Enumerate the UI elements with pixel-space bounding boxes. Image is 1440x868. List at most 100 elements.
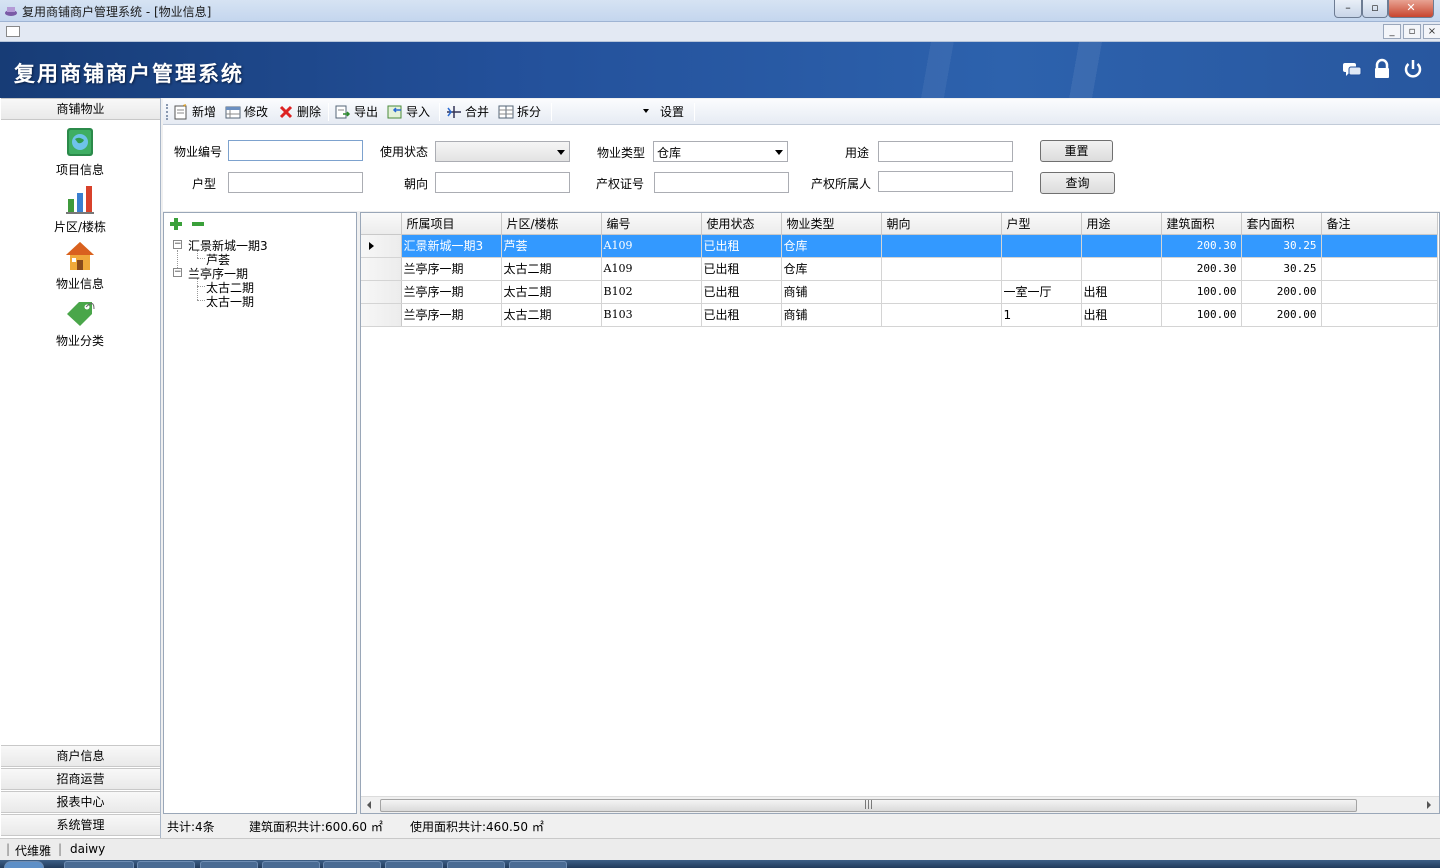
- cell-type[interactable]: 商铺: [781, 280, 882, 304]
- cell-code[interactable]: A109: [601, 257, 702, 281]
- split-button[interactable]: 拆分: [498, 102, 544, 122]
- orientation-input[interactable]: [435, 172, 570, 193]
- taskbar-app[interactable]: [64, 861, 134, 868]
- row-header[interactable]: [361, 234, 402, 258]
- cell-remark[interactable]: [1321, 303, 1438, 327]
- cell-unit-type[interactable]: 一室一厅: [1001, 280, 1082, 304]
- minimize-button[interactable]: –: [1334, 0, 1362, 18]
- cell-code[interactable]: A109: [601, 234, 702, 258]
- cell-orientation[interactable]: [881, 234, 1002, 258]
- lock-icon[interactable]: [1371, 58, 1393, 80]
- cell-status[interactable]: 已出租: [701, 257, 782, 281]
- table-row[interactable]: 兰亭序一期 太古二期 A109 已出租 仓库 200.30 30.25: [361, 257, 1438, 281]
- cell-type[interactable]: 仓库: [781, 257, 882, 281]
- cell-purpose[interactable]: [1081, 257, 1162, 281]
- cell-building-area[interactable]: 200.30: [1161, 234, 1242, 258]
- close-button[interactable]: ✕: [1388, 0, 1434, 18]
- cell-unit-type[interactable]: 1: [1001, 303, 1082, 327]
- use-status-select[interactable]: [435, 141, 570, 162]
- taskbar-app[interactable]: [447, 861, 505, 868]
- tree-collapse-toggle[interactable]: −: [173, 240, 182, 249]
- cell-code[interactable]: B103: [601, 303, 702, 327]
- delete-button[interactable]: 删除: [278, 102, 324, 122]
- nav-section-leasing-ops[interactable]: 招商运营: [1, 768, 160, 790]
- cell-status[interactable]: 已出租: [701, 234, 782, 258]
- cell-status[interactable]: 已出租: [701, 303, 782, 327]
- column-header[interactable]: 物业类型: [781, 213, 882, 235]
- table-row[interactable]: 兰亭序一期 太古二期 B103 已出租 商铺 1 出租 100.00 200.0…: [361, 303, 1438, 327]
- cell-unit-type[interactable]: [1001, 257, 1082, 281]
- cell-building-area[interactable]: 100.00: [1161, 303, 1242, 327]
- column-header[interactable]: 使用状态: [701, 213, 782, 235]
- row-header[interactable]: [361, 303, 402, 327]
- cell-orientation[interactable]: [881, 280, 1002, 304]
- cell-project[interactable]: 兰亭序一期: [401, 280, 502, 304]
- row-header[interactable]: [361, 257, 402, 281]
- cell-remark[interactable]: [1321, 257, 1438, 281]
- settings-button[interactable]: 设置: [660, 102, 690, 122]
- cell-inner-area[interactable]: 30.25: [1241, 234, 1322, 258]
- cert-no-input[interactable]: [654, 172, 789, 193]
- horizontal-scrollbar[interactable]: |||: [361, 796, 1439, 813]
- new-button[interactable]: 新增: [173, 102, 219, 122]
- cell-unit-type[interactable]: [1001, 234, 1082, 258]
- column-header[interactable]: 用途: [1081, 213, 1162, 235]
- edit-button[interactable]: 修改: [225, 102, 271, 122]
- remove-icon[interactable]: [191, 217, 205, 231]
- table-row[interactable]: 汇景新城一期3 芦荟 A109 已出租 仓库 200.30 30.25: [361, 234, 1438, 258]
- query-button[interactable]: 查询: [1040, 172, 1115, 194]
- reset-button[interactable]: 重置: [1040, 140, 1113, 162]
- taskbar-app[interactable]: [137, 861, 195, 868]
- mdi-minimize-button[interactable]: _: [1383, 24, 1401, 39]
- cell-purpose[interactable]: 出租: [1081, 280, 1162, 304]
- unit-type-input[interactable]: [228, 172, 363, 193]
- merge-button[interactable]: 合并: [446, 102, 492, 122]
- import-button[interactable]: 导入: [387, 102, 433, 122]
- start-button[interactable]: [4, 861, 44, 868]
- scroll-right-icon[interactable]: [1427, 801, 1431, 809]
- table-row[interactable]: 兰亭序一期 太古二期 B102 已出租 商铺 一室一厅 出租 100.00 20…: [361, 280, 1438, 304]
- cell-project[interactable]: 兰亭序一期: [401, 303, 502, 327]
- nav-section-merchant-info[interactable]: 商户信息: [1, 745, 160, 767]
- maximize-button[interactable]: ▫: [1362, 0, 1388, 18]
- nav-section-system-admin[interactable]: 系统管理: [1, 814, 160, 836]
- property-no-input[interactable]: [228, 140, 363, 161]
- mdi-restore-button[interactable]: ▫: [1403, 24, 1421, 39]
- cell-building[interactable]: 太古二期: [501, 257, 602, 281]
- cell-type[interactable]: 仓库: [781, 234, 882, 258]
- add-icon[interactable]: [169, 217, 183, 231]
- nav-section-shop-property[interactable]: 商铺物业: [1, 98, 160, 120]
- cell-purpose[interactable]: 出租: [1081, 303, 1162, 327]
- mdi-close-button[interactable]: ×: [1423, 24, 1440, 39]
- taskbar-app[interactable]: [262, 861, 320, 868]
- cell-remark[interactable]: [1321, 280, 1438, 304]
- cell-building[interactable]: 太古二期: [501, 280, 602, 304]
- taskbar-app[interactable]: [385, 861, 443, 868]
- property-type-select[interactable]: 仓库: [653, 141, 788, 162]
- cell-building-area[interactable]: 100.00: [1161, 280, 1242, 304]
- column-header[interactable]: 所属项目: [401, 213, 502, 235]
- cell-project[interactable]: 兰亭序一期: [401, 257, 502, 281]
- cell-building[interactable]: 芦荟: [501, 234, 602, 258]
- scroll-left-icon[interactable]: [367, 801, 371, 809]
- column-header[interactable]: 备注: [1321, 213, 1438, 235]
- scrollbar-thumb[interactable]: |||: [380, 799, 1357, 812]
- column-header[interactable]: 朝向: [881, 213, 1002, 235]
- owner-input[interactable]: [878, 171, 1013, 192]
- nav-section-report-center[interactable]: 报表中心: [1, 791, 160, 813]
- column-header[interactable]: 户型: [1001, 213, 1082, 235]
- cell-project[interactable]: 汇景新城一期3: [401, 234, 502, 258]
- taskbar-app[interactable]: [200, 861, 258, 868]
- purpose-input[interactable]: [878, 141, 1013, 162]
- cell-code[interactable]: B102: [601, 280, 702, 304]
- cell-building[interactable]: 太古二期: [501, 303, 602, 327]
- toolbar-dropdown-arrow-icon[interactable]: [643, 109, 649, 113]
- cell-purpose[interactable]: [1081, 234, 1162, 258]
- column-header[interactable]: 套内面积: [1241, 213, 1322, 235]
- cell-inner-area[interactable]: 200.00: [1241, 280, 1322, 304]
- taskbar-app[interactable]: [323, 861, 381, 868]
- export-button[interactable]: 导出: [335, 102, 381, 122]
- column-header[interactable]: 建筑面积: [1161, 213, 1242, 235]
- cell-orientation[interactable]: [881, 303, 1002, 327]
- cell-type[interactable]: 商铺: [781, 303, 882, 327]
